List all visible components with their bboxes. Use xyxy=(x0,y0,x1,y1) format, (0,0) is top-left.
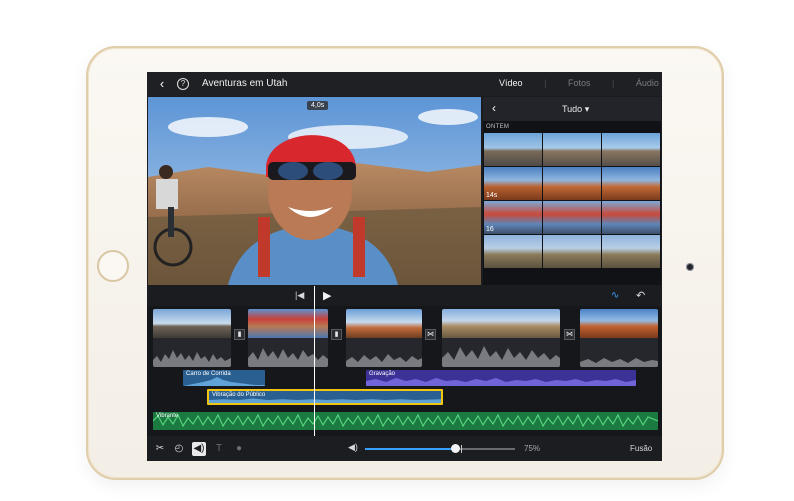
audio-track-recording[interactable]: Gravação xyxy=(366,370,636,386)
audio-track-crowd-selected[interactable]: Vibração do Público xyxy=(207,389,443,405)
audio-track-label: Vibração do Público xyxy=(212,392,266,398)
video-clip[interactable] xyxy=(346,309,422,367)
undo-icon[interactable]: ↶ xyxy=(636,289,645,302)
speaker-icon[interactable]: ◀) xyxy=(192,442,206,456)
media-thumbnail[interactable] xyxy=(484,235,542,268)
filter-dropdown[interactable]: Tudo ▾ xyxy=(562,104,589,115)
project-title: Aventuras em Utah xyxy=(202,78,288,89)
playhead[interactable] xyxy=(314,286,315,436)
filter-label: Tudo xyxy=(562,104,583,114)
tab-photos[interactable]: Fotos xyxy=(568,78,591,88)
text-icon[interactable]: T xyxy=(212,442,226,456)
media-thumbnail[interactable] xyxy=(543,133,601,166)
tab-separator: | xyxy=(612,78,615,88)
clip-thumbnail xyxy=(580,309,658,338)
video-viewer[interactable]: 4,0s xyxy=(148,97,481,285)
thumb-row xyxy=(484,133,660,166)
clip-audio-waveform xyxy=(248,338,328,367)
triangle-down-icon: ▾ xyxy=(584,104,590,114)
thumb-row: 14s xyxy=(484,167,660,200)
audio-track-label: Vibrante xyxy=(156,413,179,419)
speedometer-icon[interactable]: ◴ xyxy=(172,442,186,456)
media-thumbnail[interactable] xyxy=(484,133,542,166)
thumb-row: 16 xyxy=(484,201,660,234)
front-camera xyxy=(686,263,694,271)
audio-track-vibrant[interactable]: Vibrante xyxy=(153,412,658,430)
media-grid: 14s 16 xyxy=(484,133,660,269)
volume-slider[interactable] xyxy=(365,444,515,453)
top-bar: ‹ ? Aventuras em Utah Vídeo | Fotos | Áu… xyxy=(147,72,662,96)
tab-audio[interactable]: Áudio xyxy=(636,78,659,88)
skip-to-start-icon[interactable]: |◀ xyxy=(295,290,304,301)
audio-track-race-car[interactable]: Carro de Corrida xyxy=(183,370,265,386)
clip-thumbnail xyxy=(442,309,560,338)
audio-waveform xyxy=(366,378,636,386)
media-browser: ‹ Tudo ▾ ONTEM 14s 16 xyxy=(483,97,661,285)
volume-slider-fill xyxy=(365,448,455,450)
clip-duration: 14s xyxy=(486,192,498,199)
browser-header: ‹ Tudo ▾ xyxy=(483,97,661,121)
bowtie-transition-icon[interactable]: ⋈ xyxy=(564,329,575,340)
media-thumbnail[interactable]: 16 xyxy=(484,201,542,234)
waveform-icon[interactable]: ∿ xyxy=(611,290,619,301)
clip-audio-waveform xyxy=(442,338,560,367)
clip-audio-waveform xyxy=(346,338,422,367)
media-thumbnail[interactable] xyxy=(543,235,601,268)
volume-speaker-icon: ◀) xyxy=(348,442,358,452)
video-clip[interactable] xyxy=(580,309,658,367)
clip-audio-waveform xyxy=(580,338,658,367)
back-icon[interactable]: ‹ xyxy=(492,101,496,115)
timeline-controls: |◀ ▶ ∿ ↶ xyxy=(147,286,662,306)
media-thumbnail[interactable] xyxy=(543,201,601,234)
clip-thumbnail xyxy=(248,309,328,338)
media-thumbnail[interactable] xyxy=(602,201,660,234)
media-thumbnail[interactable] xyxy=(602,133,660,166)
media-thumbnail[interactable] xyxy=(543,167,601,200)
media-thumbnail[interactable] xyxy=(602,235,660,268)
timeline[interactable]: ▮ ▮ ⋈ ⋈ Carro de Corrida Gravação Vibraç… xyxy=(147,306,662,436)
bowtie-transition-icon[interactable]: ⋈ xyxy=(425,329,436,340)
media-tabs: Vídeo | Fotos | Áudio xyxy=(499,78,659,88)
volume-slider-knob[interactable] xyxy=(451,444,460,453)
thumb-row xyxy=(484,235,660,268)
bottom-toolbar: ✂ ◴ ◀) T ● ◀) 75% Fusão xyxy=(147,436,662,461)
scissors-icon[interactable]: ✂ xyxy=(153,442,167,456)
media-thumbnail[interactable]: 14s xyxy=(484,167,542,200)
video-clip[interactable] xyxy=(153,309,231,367)
clip-duration: 16 xyxy=(486,226,494,233)
tab-video[interactable]: Vídeo xyxy=(499,78,523,88)
play-icon[interactable]: ▶ xyxy=(323,289,331,302)
bar-transition-icon[interactable]: ▮ xyxy=(331,329,342,340)
filter-icon[interactable]: ● xyxy=(232,442,246,456)
volume-percentage: 75% xyxy=(524,444,541,453)
audio-track-label: Gravação xyxy=(369,371,396,377)
clip-audio-waveform xyxy=(153,338,231,367)
section-label: ONTEM xyxy=(486,124,510,130)
imovie-screen: ‹ ? Aventuras em Utah Vídeo | Fotos | Áu… xyxy=(147,72,662,461)
tab-separator: | xyxy=(544,78,547,88)
video-clip[interactable] xyxy=(442,309,560,367)
clip-thumbnail xyxy=(153,309,231,338)
fade-button[interactable]: Fusão xyxy=(630,444,652,453)
audio-waveform xyxy=(153,413,658,428)
help-icon[interactable]: ? xyxy=(177,78,189,90)
home-button[interactable] xyxy=(97,250,129,282)
audio-track-label: Carro de Corrida xyxy=(186,371,231,377)
back-icon[interactable]: ‹ xyxy=(155,77,169,91)
viewer-frame-image xyxy=(148,97,481,285)
viewer-timecode: 4,0s xyxy=(307,101,329,110)
volume-slider-default-tick xyxy=(461,445,462,453)
video-clip[interactable] xyxy=(248,309,328,367)
bar-transition-icon[interactable]: ▮ xyxy=(234,329,245,340)
clip-thumbnail xyxy=(346,309,422,338)
media-thumbnail[interactable] xyxy=(602,167,660,200)
